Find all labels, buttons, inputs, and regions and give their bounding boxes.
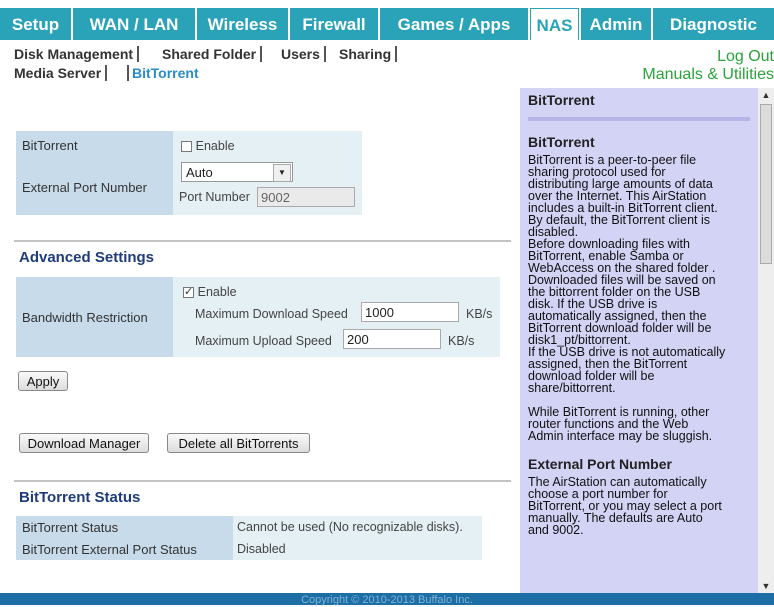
tab-diagnostic[interactable]: Diagnostic bbox=[653, 8, 774, 40]
status-value: Cannot be used (No recognizable disks). bbox=[233, 516, 482, 538]
upload-unit: KB/s bbox=[448, 334, 475, 348]
tab-wan-lan[interactable]: WAN / LAN bbox=[73, 8, 195, 40]
footer-copyright: Copyright © 2010-2013 Buffalo Inc. bbox=[0, 593, 774, 606]
subnav-media-server[interactable]: Media Server bbox=[14, 65, 108, 81]
apply-button[interactable]: Apply bbox=[18, 371, 68, 391]
top-nav: Setup WAN / LAN Wireless Firewall Games … bbox=[0, 0, 774, 40]
help-text-external-port: The AirStation can automatically choose … bbox=[528, 475, 722, 537]
subnav-shared-folder[interactable]: Shared Folder bbox=[162, 46, 263, 62]
help-title: BitTorrent bbox=[528, 92, 595, 108]
scroll-thumb[interactable] bbox=[760, 104, 772, 264]
scroll-down-icon[interactable]: ▼ bbox=[758, 579, 774, 593]
max-upload-label: Maximum Upload Speed bbox=[195, 334, 332, 348]
download-unit: KB/s bbox=[466, 307, 493, 321]
status-table: BitTorrent Status Cannot be used (No rec… bbox=[16, 516, 482, 560]
tab-setup[interactable]: Setup bbox=[0, 8, 71, 40]
tab-nas[interactable]: NAS bbox=[530, 8, 579, 40]
tab-admin[interactable]: Admin bbox=[581, 8, 651, 40]
advanced-settings-table: Bandwidth Restriction Enable Maximum Dow… bbox=[16, 277, 500, 357]
delete-all-bittorrents-button[interactable]: Delete all BitTorrents bbox=[167, 433, 310, 453]
port-mode-value: Auto bbox=[186, 165, 213, 180]
divider bbox=[14, 240, 511, 242]
bittorrent-enable-checkbox[interactable] bbox=[181, 140, 192, 152]
help-heading-external-port: External Port Number bbox=[528, 456, 672, 472]
manuals-link[interactable]: Manuals & Utilities bbox=[642, 66, 774, 84]
status-label: BitTorrent Status bbox=[16, 516, 233, 538]
max-download-input[interactable]: 1000 bbox=[361, 302, 459, 322]
tab-wireless[interactable]: Wireless bbox=[197, 8, 288, 40]
tab-firewall[interactable]: Firewall bbox=[290, 8, 378, 40]
bittorrent-settings-table: BitTorrent Enable External Port Number A… bbox=[16, 131, 362, 215]
chevron-down-icon[interactable]: ▼ bbox=[273, 164, 291, 182]
help-text-bittorrent: BitTorrent is a peer-to-peer file sharin… bbox=[528, 153, 726, 443]
subnav-bittorrent[interactable]: BitTorrent bbox=[127, 65, 203, 81]
bittorrent-status-title: BitTorrent Status bbox=[19, 489, 141, 506]
port-number-input[interactable]: 9002 bbox=[257, 187, 355, 207]
logout-link[interactable]: Log Out bbox=[717, 48, 774, 66]
advanced-settings-title: Advanced Settings bbox=[19, 249, 155, 266]
help-scrollbar[interactable]: ▲ ▼ bbox=[758, 88, 774, 593]
port-number-label: Port Number bbox=[179, 190, 250, 204]
subnav-disk-management[interactable]: Disk Management bbox=[14, 46, 140, 62]
download-manager-button[interactable]: Download Manager bbox=[19, 433, 149, 453]
main-content: BitTorrent Enable External Port Number A… bbox=[0, 88, 516, 593]
port-status-label: BitTorrent External Port Status bbox=[16, 538, 233, 560]
port-status-value: Disabled bbox=[233, 538, 482, 560]
bittorrent-enable-label: Enable bbox=[195, 138, 235, 153]
port-mode-select[interactable]: Auto ▼ bbox=[181, 162, 293, 182]
bittorrent-label: BitTorrent bbox=[16, 131, 173, 159]
bandwidth-enable-checkbox[interactable] bbox=[183, 285, 194, 299]
divider bbox=[14, 480, 511, 482]
help-panel: BitTorrent BitTorrent BitTorrent is a pe… bbox=[520, 88, 758, 593]
subnav-users[interactable]: Users bbox=[281, 46, 326, 62]
bandwidth-enable-label: Enable bbox=[197, 285, 237, 299]
max-upload-input[interactable]: 200 bbox=[343, 329, 441, 349]
bandwidth-restriction-label: Bandwidth Restriction bbox=[16, 277, 173, 357]
tab-games-apps[interactable]: Games / Apps bbox=[380, 8, 528, 40]
scroll-up-icon[interactable]: ▲ bbox=[758, 88, 774, 102]
external-port-label: External Port Number bbox=[16, 159, 173, 215]
subnav-sharing[interactable]: Sharing bbox=[339, 46, 398, 62]
max-download-label: Maximum Download Speed bbox=[195, 307, 348, 321]
help-heading-bittorrent: BitTorrent bbox=[528, 134, 595, 150]
